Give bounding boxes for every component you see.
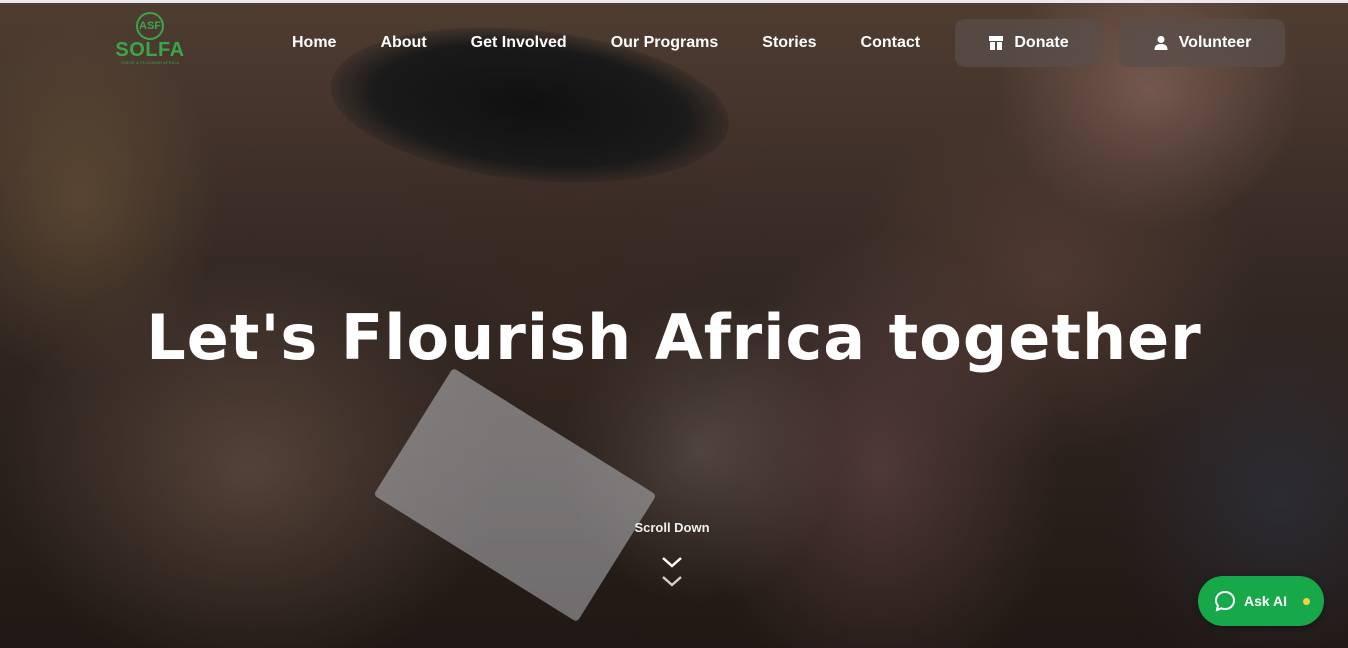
person-icon (1154, 36, 1168, 50)
volunteer-label: Volunteer (1178, 34, 1252, 51)
donate-button[interactable]: Donate (955, 19, 1102, 67)
nav-item-home[interactable]: Home (292, 33, 336, 53)
status-dot (1303, 597, 1311, 605)
double-chevron-down-icon[interactable] (660, 553, 684, 589)
site-logo[interactable]: ASF SOLFA SOLVE & FLOURISH AFRICA (114, 12, 186, 72)
nav-item-contact[interactable]: Contact (861, 33, 921, 53)
ask-ai-button[interactable]: Ask AI (1198, 576, 1324, 626)
donate-label: Donate (1014, 34, 1069, 51)
scroll-down-label[interactable]: Scroll Down (612, 520, 732, 535)
top-border (0, 0, 1348, 3)
nav-item-our-programs[interactable]: Our Programs (611, 33, 719, 53)
hero-headline: Let's Flourish Africa together (146, 301, 1202, 374)
main-nav: Home About Get Involved Our Programs Sto… (292, 33, 964, 53)
nav-item-stories[interactable]: Stories (762, 33, 816, 53)
nav-item-get-involved[interactable]: Get Involved (471, 33, 567, 53)
logo-name: SOLFA (115, 39, 185, 61)
ask-ai-label: Ask AI (1244, 593, 1288, 609)
hero-photo-paper (373, 367, 657, 623)
nav-item-about[interactable]: About (380, 33, 426, 53)
chat-bubble-icon (1214, 590, 1236, 612)
volunteer-button[interactable]: Volunteer (1119, 19, 1285, 67)
logo-tagline: SOLVE & FLOURISH AFRICA (120, 60, 180, 65)
logo-mark: ASF (136, 12, 164, 40)
donate-icon (989, 36, 1004, 50)
